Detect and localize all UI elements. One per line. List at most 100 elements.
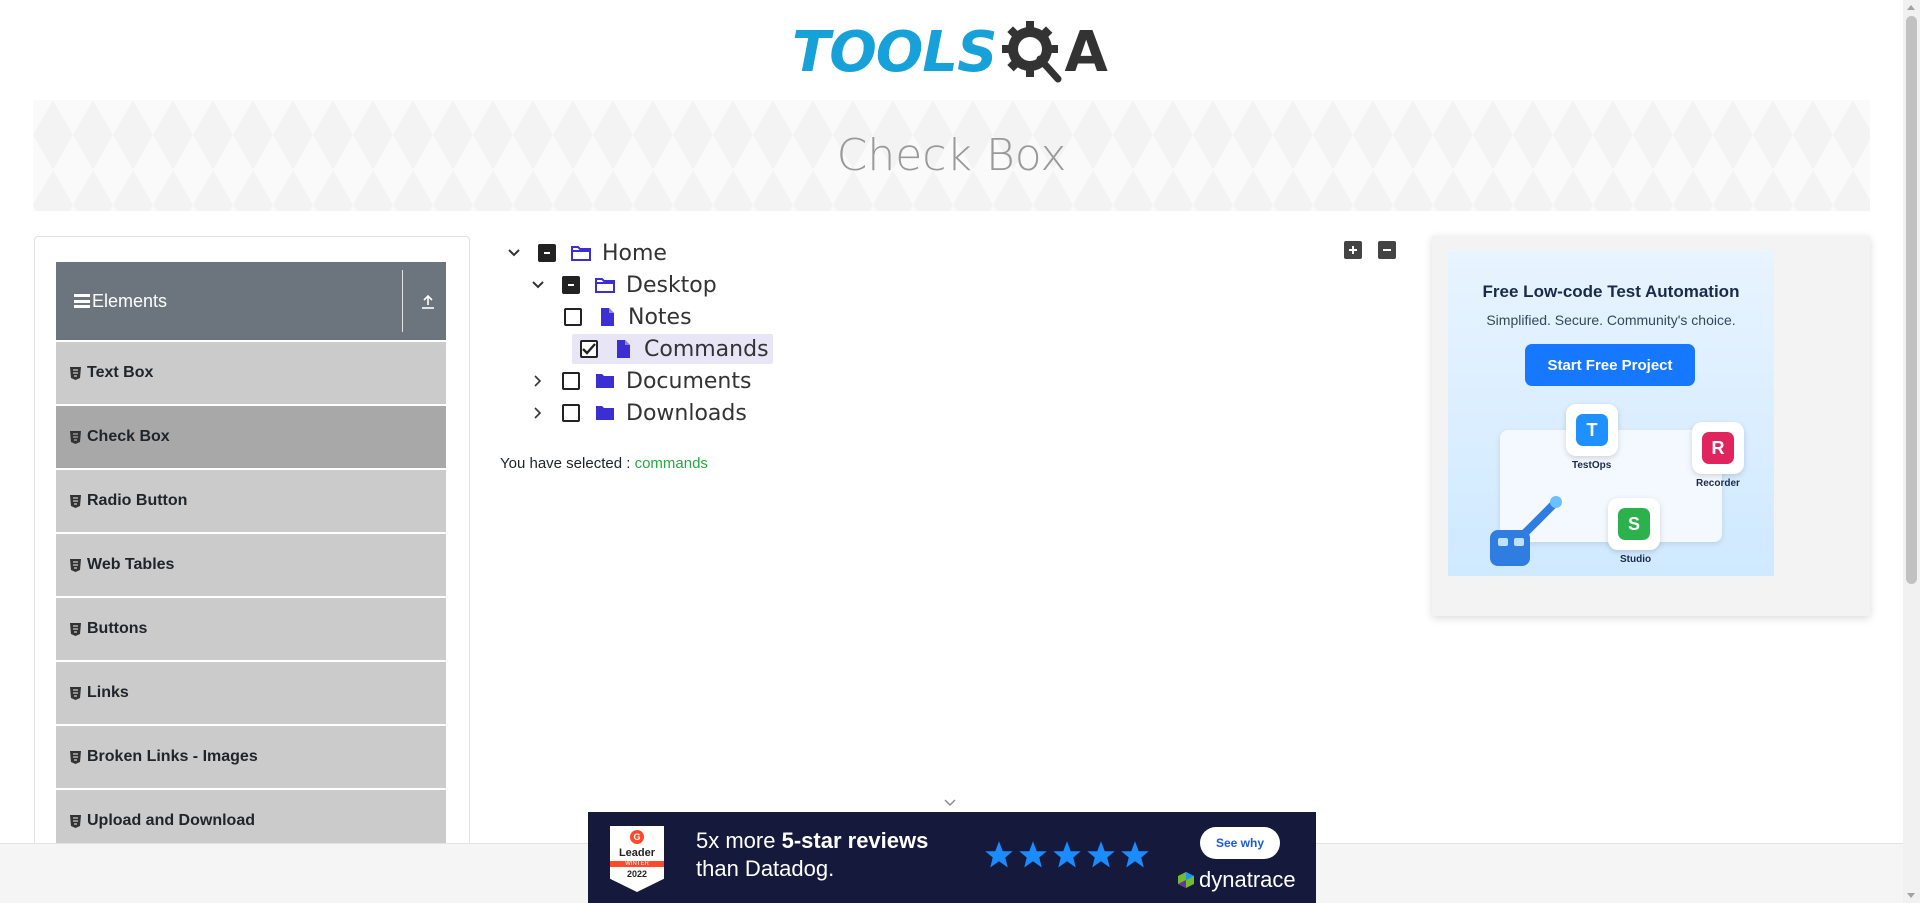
html5-icon [70,366,81,380]
g2-leader-badge: G Leader WINTER 2022 [610,826,664,892]
g2-logo-icon: G [630,830,644,844]
ad-headline-prefix: 5x more [696,828,782,853]
sidebar-item-label: Upload and Download [87,812,255,829]
scroll-up-arrow-icon[interactable] [1907,5,1915,10]
badge-season: WINTER [610,861,664,867]
recorder-label: Recorder [1696,478,1740,489]
folder-open-icon [595,278,615,293]
dynatrace-wordmark: dynatrace [1199,867,1296,892]
html5-icon [70,622,81,636]
sidebar-item-text-box[interactable]: Text Box [56,342,446,404]
logo-gear-icon [1000,19,1066,85]
star-icon [1053,841,1081,868]
sidebar-item-label: Web Tables [87,556,175,573]
ad-headline: 5x more 5-star reviews [696,828,928,854]
sidebar-item-label: Text Box [87,364,154,381]
tree-node-commands: Commands [572,334,773,364]
sidebar-item-web-tables[interactable]: Web Tables [56,534,446,596]
chevron-down-icon[interactable] [943,798,957,808]
ad-headline-line2: than Datadog. [696,856,835,881]
html5-icon [70,558,81,572]
tree-node-desktop: Desktop [528,270,717,300]
robot-arm-icon [1490,496,1562,566]
ad-card[interactable]: Free Low-code Test Automation Simplified… [1448,250,1774,576]
bottom-advertisement[interactable]: G Leader WINTER 2022 5x more 5-star revi… [588,812,1316,903]
recorder-tile: R [1692,422,1744,474]
logo-text-tools: TOOLS [792,19,997,85]
vertical-scrollbar[interactable] [1903,0,1920,903]
elements-group-header[interactable]: Elements [56,262,446,340]
tree-label-commands[interactable]: Commands [644,337,769,362]
testops-icon: T [1576,414,1608,446]
html5-icon [70,430,81,444]
studio-label: Studio [1620,554,1652,565]
selection-result: You have selected : commands [500,455,708,472]
folder-open-icon [571,246,591,261]
tree-node-notes: Notes [564,302,692,332]
result-prefix: You have selected : [500,455,631,472]
folder-icon [596,406,614,420]
checkbox-notes[interactable] [564,308,582,326]
chevron-right-icon[interactable] [528,403,548,423]
ad-headline-bold: 5-star reviews [781,828,929,853]
sidebar-item-check-box[interactable]: Check Box [56,406,446,468]
sidebar-item-links[interactable]: Links [56,662,446,724]
html5-icon [70,750,81,764]
testops-label: TestOps [1572,460,1612,471]
studio-tile: S [1608,498,1660,550]
sidebar-item-radio-button[interactable]: Radio Button [56,470,446,532]
recorder-icon: R [1702,432,1734,464]
tree-label-home[interactable]: Home [602,241,667,266]
tree-label-downloads[interactable]: Downloads [626,401,747,426]
sidebar-item-label: Links [87,684,129,701]
checkbox-desktop[interactable] [562,276,580,294]
chevron-down-icon[interactable] [528,275,548,295]
logo-text-a: A [1064,19,1108,85]
ad-title: Free Low-code Test Automation [1482,282,1740,301]
scroll-thumb[interactable] [1906,16,1917,584]
badge-title: Leader [618,847,656,859]
ad-subtitle: Simplified. Secure. Community's choice. [1486,312,1736,328]
file-icon [617,340,630,358]
group-title: Elements [92,290,168,311]
toolsqa-logo[interactable]: TOOLS A [792,14,1108,90]
header-divider [402,270,403,332]
star-icon [985,841,1013,868]
html5-icon [70,814,81,828]
dynatrace-mark-icon [1178,872,1194,888]
sidebar-item-label: Radio Button [87,492,188,509]
badge-year: 2022 [626,869,648,879]
chevron-down-icon[interactable] [504,243,524,263]
right-advertisement: Free Low-code Test Automation Simplified… [1432,236,1870,616]
hamburger-icon [74,294,90,308]
rating-stars [984,840,1150,870]
tree-node-downloads: Downloads [528,398,747,428]
result-value: commands [634,455,708,472]
start-free-project-button[interactable]: Start Free Project [1525,344,1695,386]
scroll-down-arrow-icon[interactable] [1907,893,1915,898]
sidebar-item-broken-links[interactable]: Broken Links - Images [56,726,446,788]
page-banner: Check Box [33,100,1870,211]
folder-icon [596,374,614,388]
see-why-button[interactable]: See why [1200,827,1280,859]
tree-node-home: Home [504,238,667,268]
star-icon [1121,841,1149,868]
tree-label-notes[interactable]: Notes [628,305,692,330]
collapse-group-icon[interactable] [420,292,436,310]
sidebar-item-label: Buttons [87,620,148,637]
tree-label-desktop[interactable]: Desktop [626,273,717,298]
checkbox-downloads[interactable] [562,404,580,422]
chevron-right-icon[interactable] [528,371,548,391]
page-title: Check Box [836,130,1067,181]
collapse-all-button[interactable] [1378,241,1396,259]
dynatrace-logo: dynatrace [1176,867,1296,893]
sidebar-menu: Text Box Check Box Radio Button Web Tabl… [56,342,446,854]
tree-label-documents[interactable]: Documents [626,369,751,394]
left-panel: Elements Text Box Check Box Radio Button… [34,236,470,856]
sidebar-item-buttons[interactable]: Buttons [56,598,446,660]
checkbox-commands[interactable] [580,340,598,358]
checkbox-home[interactable] [538,244,556,262]
expand-all-button[interactable] [1344,241,1362,259]
checkbox-documents[interactable] [562,372,580,390]
file-icon [601,308,614,326]
